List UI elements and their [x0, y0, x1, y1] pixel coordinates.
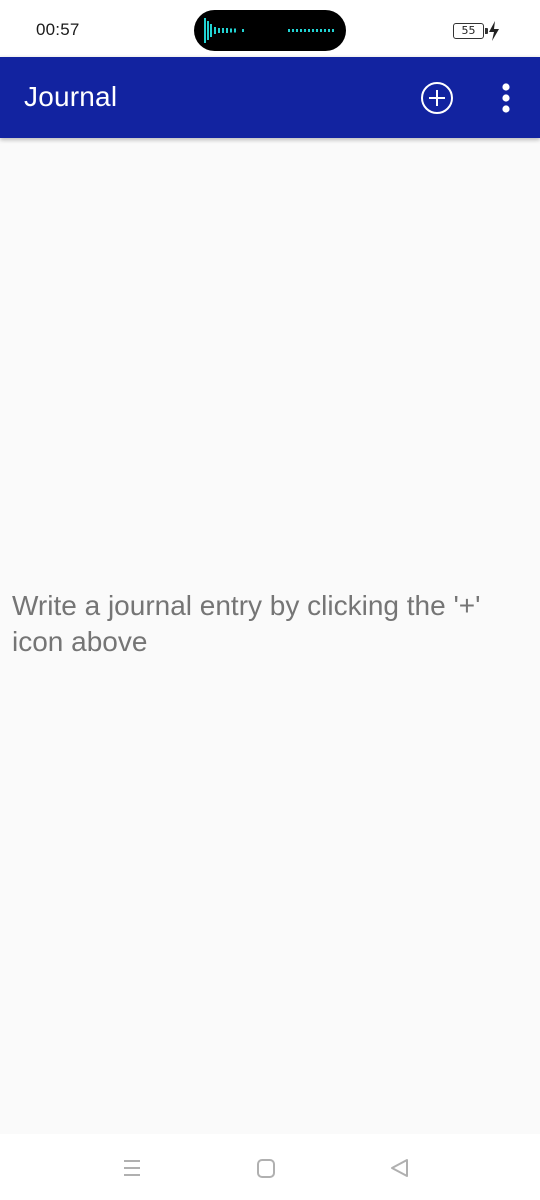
charging-bolt-icon — [489, 21, 499, 41]
app-title: Journal — [24, 81, 118, 112]
status-bar: 00:57 55 — [0, 0, 540, 55]
square-home-icon — [257, 1159, 275, 1178]
recents-button[interactable] — [118, 1154, 146, 1187]
app-bar: Journal — [0, 57, 540, 138]
add-circle-icon — [421, 82, 453, 114]
status-time: 00:57 — [36, 20, 80, 39]
back-button[interactable] — [386, 1154, 414, 1187]
empty-state-message: Write a journal entry by clicking the '+… — [12, 590, 481, 657]
home-button[interactable] — [252, 1154, 280, 1187]
triangle-back-icon — [391, 1159, 408, 1177]
add-entry-button[interactable] — [418, 79, 456, 117]
battery-icon: 55 — [453, 23, 484, 39]
menu-lines-icon — [124, 1160, 140, 1176]
more-options-button[interactable] — [494, 79, 518, 117]
audio-visualizer-icon — [204, 18, 334, 43]
battery-level: 55 — [461, 24, 476, 37]
more-vertical-icon — [502, 83, 510, 113]
system-nav-bar — [0, 1134, 540, 1200]
dynamic-island — [194, 10, 346, 51]
